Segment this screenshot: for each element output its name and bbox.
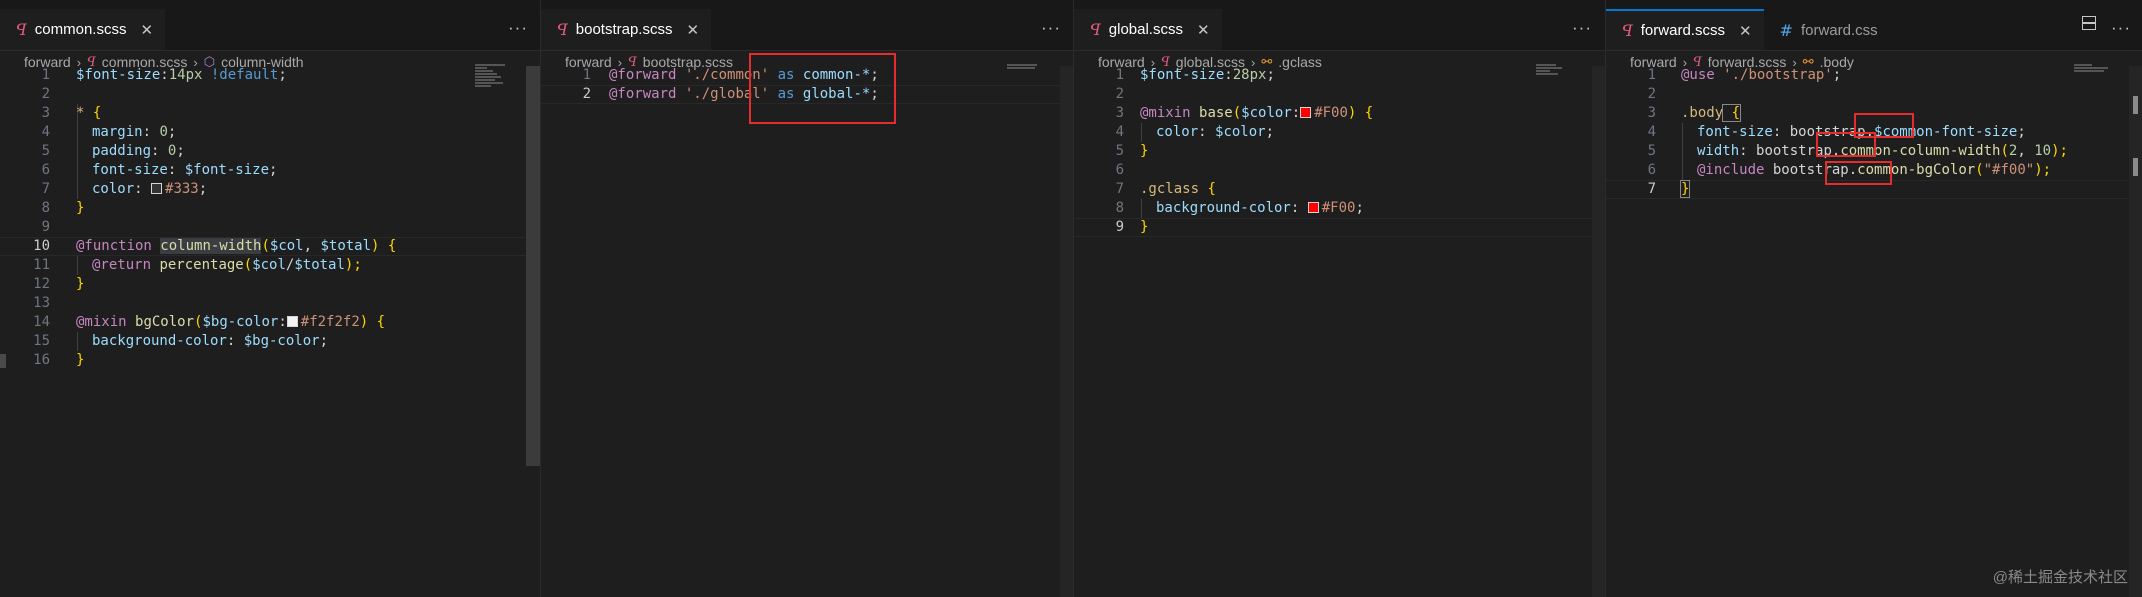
code-line: 13 [33,295,50,311]
css-file-icon: # [1779,20,1793,40]
code-line: 10 @function column-width($col, $total) { [33,238,397,254]
tab-global-scss[interactable]: ꟼ global.scss ✕ [1074,9,1222,50]
annotation-box [1825,161,1892,185]
tab-label: common.scss [34,21,127,38]
tab-label: forward.scss [1640,22,1725,39]
annotation-box [1816,132,1876,157]
code-line: 1 $font-size:14px !default; [41,67,287,83]
more-actions-icon[interactable]: ··· [1572,18,1592,38]
scss-file-icon: ꟼ [557,20,568,39]
scroll-position-marker [2133,96,2138,114]
code-line: 4 color: $color; [1115,124,1275,140]
code-line: 3 * { [41,105,102,121]
editor-pane-forward: ꟼ forward.scss ✕ # forward.css ··· forwa… [1605,0,2142,597]
code-line: 9} [1115,219,1149,235]
scrollbar[interactable] [526,66,540,466]
close-icon[interactable]: ✕ [1739,22,1752,40]
annotation-box [749,53,896,124]
color-swatch[interactable] [286,316,298,327]
code-line: 1 @use './bootstrap'; [1647,67,1842,83]
code-line: 5 padding: 0; [41,143,185,159]
scrollbar[interactable] [1592,66,1606,597]
tab-bar: ꟼ global.scss ✕ ··· [1074,0,1606,51]
scss-file-icon: ꟼ [1090,20,1101,39]
scss-file-icon: ꟼ [16,20,27,39]
more-actions-icon[interactable]: ··· [508,18,528,38]
close-icon[interactable]: ✕ [140,21,153,39]
minimap[interactable] [2074,64,2108,73]
color-swatch[interactable] [151,183,163,194]
tab-bar: ꟼ bootstrap.scss ✕ ··· [541,0,1074,51]
editor-pane-common: ꟼ common.scss ✕ ··· forward › ꟼ common.s… [0,0,540,597]
close-icon[interactable]: ✕ [1197,21,1210,39]
code-line: 15 background-color: $bg-color; [33,333,329,349]
code-line: 12} [33,276,85,292]
split-editor-icon[interactable] [2082,16,2096,30]
code-editor[interactable]: 1 @forward './common' as common-*; 2 @forw… [541,53,1074,124]
scroll-position-marker [2133,158,2138,176]
code-line: 3 @mixin base($color: #F00) { [1115,105,1374,121]
code-line: 9 [41,219,50,235]
code-line: 2 [41,86,50,102]
code-editor[interactable]: 1 $font-size:28px; 2 3 @mixin base($color:… [1074,66,1606,237]
tab-label: forward.css [1800,21,1878,39]
scrollbar[interactable] [2129,66,2142,597]
more-actions-icon[interactable]: ··· [1041,18,1061,38]
code-line: 8 background-color: #F00; [1115,200,1364,216]
tab-common-scss[interactable]: ꟼ common.scss ✕ [0,9,166,50]
code-line: 6 font-size: $font-size; [41,162,278,178]
minimap[interactable] [1536,64,1570,76]
code-line: 14 @mixin bgColor($bg-color: #f2f2f2) { [33,314,386,330]
scss-file-icon: ꟼ [1622,21,1633,40]
code-line: 11 @return percentage($col/$total); [33,257,362,273]
code-line: 6 [1115,162,1124,178]
color-swatch[interactable] [1307,202,1319,213]
code-line: 7 color: #333; [41,181,208,197]
tab-bar: ꟼ forward.scss ✕ # forward.css ··· [1606,0,2142,51]
code-line: 2 [1115,86,1124,102]
tab-label: bootstrap.scss [575,21,673,38]
close-icon[interactable]: ✕ [686,21,699,39]
tab-label: global.scss [1108,21,1183,38]
code-line: 4 margin: 0; [41,124,177,140]
code-line: 16} [33,352,85,368]
tab-bootstrap-scss[interactable]: ꟼ bootstrap.scss ✕ [541,9,712,50]
tab-forward-scss[interactable]: ꟼ forward.scss ✕ [1606,9,1764,50]
more-actions-icon[interactable]: ··· [2111,18,2131,38]
code-line: 2 [1647,86,1656,102]
minimap[interactable] [475,64,509,88]
code-line: 8} [41,200,85,216]
tab-bar: ꟼ common.scss ✕ ··· [0,0,540,51]
minimap[interactable] [1007,64,1041,70]
scrollbar[interactable] [1060,66,1074,597]
code-line: 1 $font-size:28px; [1115,67,1275,83]
scroll-position-marker [0,354,6,368]
tab-forward-css[interactable]: # forward.css [1763,10,1890,50]
editor-pane-global: ꟼ global.scss ✕ ··· forward › ꟼ global.s… [1073,0,1606,597]
code-editor[interactable]: 1 @use './bootstrap'; 2 3 .body { 4 font-si… [1606,66,2142,199]
watermark: @稀土掘金技术社区 [1992,569,2128,586]
code-line: 5} [1115,143,1149,159]
editor-pane-bootstrap: ꟼ bootstrap.scss ✕ ··· forward › ꟼ boots… [540,0,1074,597]
code-line: 7 .gclass { [1115,181,1216,197]
color-swatch[interactable] [1300,107,1312,118]
code-editor[interactable]: 1 $font-size:14px !default; 2 3 * { 4 margi… [0,66,540,370]
